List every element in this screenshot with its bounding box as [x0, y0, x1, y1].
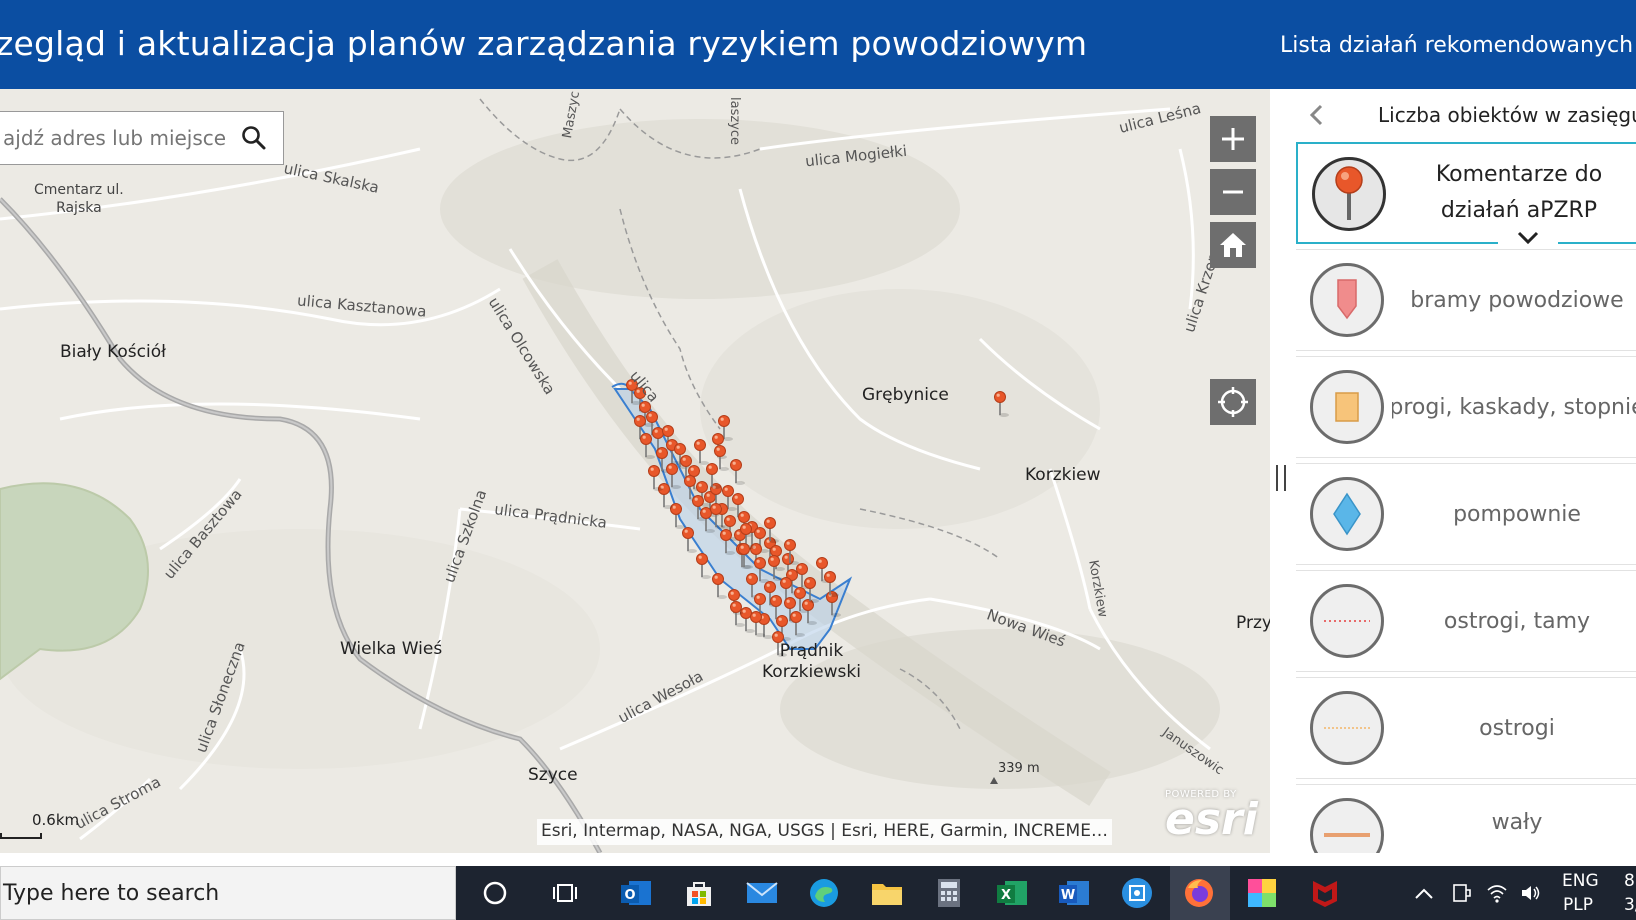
drag-handle-icon[interactable] — [1276, 465, 1286, 491]
layer-item-weirs[interactable]: progi, kaskady, stopnie — [1296, 356, 1636, 458]
recommended-actions-link[interactable]: Lista działań rekomendowanych — [1280, 33, 1633, 58]
layer-label: wały — [1491, 810, 1543, 835]
diamond-icon — [1333, 492, 1361, 536]
square-icon — [1335, 392, 1359, 422]
map-pin-icon — [1335, 166, 1363, 220]
task-view-icon[interactable] — [546, 874, 584, 912]
layer-label: bramy powodziowe — [1410, 287, 1624, 313]
edge-icon[interactable] — [805, 874, 843, 912]
layer-item-groynes-dams[interactable]: ostrogi, tamy — [1296, 570, 1636, 672]
firefox-icon[interactable] — [1180, 874, 1218, 912]
clock-date[interactable]: 3/ — [1624, 895, 1636, 915]
layer-count-panel: Liczba obiektów w zasięgu Komentarze do … — [1294, 89, 1636, 853]
taskbar-search-text: Type here to search — [3, 880, 220, 906]
esri-brand: esri — [1165, 794, 1258, 845]
search-icon — [242, 126, 266, 150]
minus-icon — [1223, 190, 1243, 194]
layer-label: ostrogi, tamy — [1443, 608, 1591, 634]
svg-text:O: O — [624, 888, 635, 903]
dashed-line-icon — [1324, 727, 1370, 729]
layer-label: progi, kaskady, stopnie — [1392, 394, 1636, 420]
layer-icon — [1310, 691, 1384, 765]
app-header: zegląd i aktualizacja planów zarządzania… — [0, 0, 1636, 89]
taskbar-search[interactable]: Type here to search — [0, 866, 456, 920]
chevron-left-icon[interactable] — [1306, 103, 1330, 127]
svg-text:W: W — [1061, 888, 1075, 903]
street-label: laszyce — [727, 97, 742, 146]
windows-taskbar: Type here to search O X W ENG PLP 8 3 — [0, 866, 1636, 920]
device-icon[interactable] — [1443, 874, 1481, 912]
language-indicator[interactable]: ENG — [1562, 871, 1599, 891]
map-view[interactable]: ulica Skalska ulica Kasztanowa ulica Olc… — [0, 89, 1270, 853]
locate-button[interactable] — [1210, 379, 1256, 425]
search-input[interactable] — [0, 118, 231, 158]
outlook-icon[interactable]: O — [617, 874, 655, 912]
file-explorer-icon[interactable] — [868, 874, 906, 912]
wifi-icon[interactable] — [1478, 874, 1516, 912]
layer-icon — [1310, 370, 1384, 444]
layer-icon — [1310, 263, 1384, 337]
page-title: zegląd i aktualizacja planów zarządzania… — [0, 24, 1088, 63]
expand-button[interactable] — [1498, 228, 1558, 248]
keyboard-layout-indicator[interactable]: PLP — [1563, 895, 1593, 915]
place-label-bialy-kosciol: Biały Kościół — [60, 342, 166, 362]
zoom-out-button[interactable] — [1210, 169, 1256, 215]
plus-icon — [1222, 128, 1244, 150]
layer-label: pompownie — [1453, 501, 1581, 527]
solid-line-icon — [1324, 833, 1370, 837]
layer-icon — [1310, 584, 1384, 658]
mail-icon[interactable] — [743, 874, 781, 912]
layer-label: ostrogi — [1479, 715, 1555, 741]
esri-logo: POWERED BY esri — [1165, 789, 1258, 845]
excel-icon[interactable]: X — [993, 874, 1031, 912]
remote-app-icon[interactable] — [1118, 874, 1156, 912]
dotted-line-icon — [1324, 620, 1370, 622]
panel-splitter[interactable] — [1270, 89, 1294, 853]
place-label-grebynice: Grębynice — [862, 385, 949, 405]
panel-title: Liczba obiektów w zasięgu — [1378, 103, 1636, 127]
scale-label: 0.6km — [32, 811, 80, 829]
flag-marker-icon — [1337, 279, 1357, 320]
word-icon[interactable]: W — [1055, 874, 1093, 912]
chevron-up-icon[interactable] — [1405, 874, 1443, 912]
layer-icon — [1310, 798, 1384, 853]
layer-item-levees[interactable]: wały — [1296, 784, 1636, 853]
elevation-label: 339 m — [998, 761, 1040, 776]
layer-item-pump-stations[interactable]: pompownie — [1296, 463, 1636, 565]
calculator-icon[interactable] — [930, 874, 968, 912]
place-label-korzkiew: Korzkiew — [1025, 465, 1101, 485]
place-label-wielka-wies: Wielka Wieś — [340, 639, 443, 659]
layer-icon — [1310, 477, 1384, 551]
map-attribution[interactable]: Esri, Intermap, NASA, NGA, USGS | Esri, … — [537, 819, 1112, 845]
layer-item-comments[interactable]: Komentarze do działań aPZRP — [1296, 142, 1636, 248]
search-button[interactable] — [231, 115, 277, 161]
place-label-cemetery: Cmentarz ul. Rajska — [34, 182, 124, 216]
place-label-przy: Przy — [1236, 613, 1270, 633]
store-icon[interactable] — [680, 874, 718, 912]
chevron-down-icon — [1517, 231, 1539, 245]
place-label-szyce: Szyce — [528, 765, 578, 785]
default-extent-button[interactable] — [1210, 222, 1256, 268]
mcafee-icon[interactable] — [1306, 874, 1344, 912]
place-label-pradnik: Prądnik Korzkiewski — [762, 641, 861, 682]
layer-item-groynes[interactable]: ostrogi — [1296, 677, 1636, 779]
home-icon — [1220, 233, 1246, 257]
cortana-icon[interactable] — [476, 874, 514, 912]
zoom-in-button[interactable] — [1210, 116, 1256, 162]
address-search — [0, 111, 284, 165]
svg-text:X: X — [1001, 888, 1011, 903]
panel-header: Liczba obiektów w zasięgu — [1294, 89, 1636, 139]
volume-icon[interactable] — [1512, 874, 1550, 912]
clock-time[interactable]: 8 — [1624, 871, 1635, 891]
app-window: zegląd i aktualizacja planów zarządzania… — [0, 0, 1636, 920]
layer-icon — [1312, 157, 1386, 231]
crosshair-icon — [1218, 387, 1248, 417]
layer-item-flood-gates[interactable]: bramy powodziowe — [1296, 249, 1636, 351]
photos-icon[interactable] — [1243, 874, 1281, 912]
